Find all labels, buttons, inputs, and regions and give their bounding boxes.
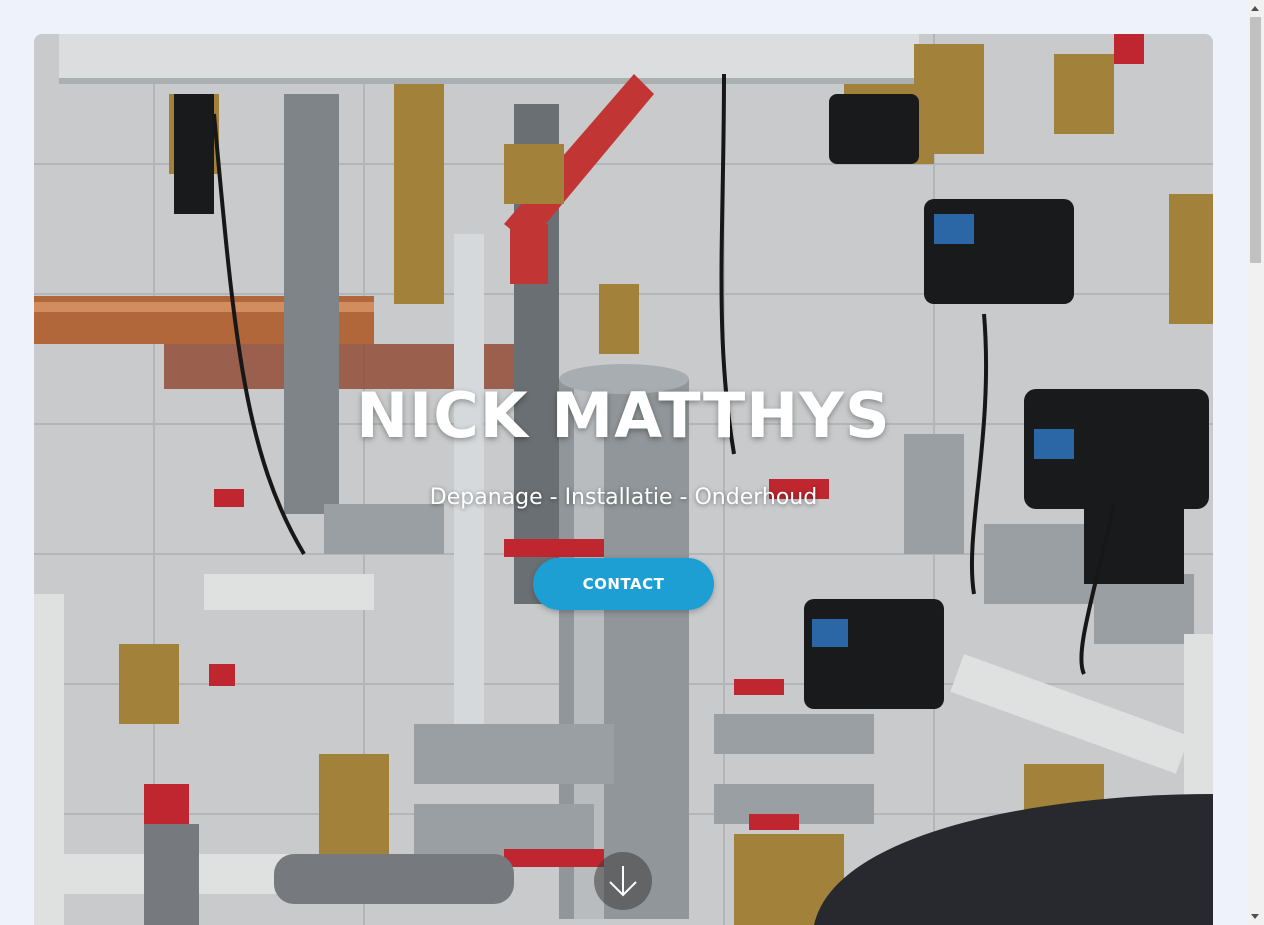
scroll-down-button[interactable] — [594, 852, 652, 910]
page-scrollbar[interactable] — [1247, 0, 1264, 925]
hero-title: NICK MATTHYS — [356, 379, 891, 452]
contact-button[interactable]: CONTACT — [533, 558, 714, 610]
hero-section: NICK MATTHYS Depanage - Installatie - On… — [34, 34, 1213, 925]
scroll-up-arrow-icon[interactable] — [1251, 6, 1259, 11]
hero-subtitle: Depanage - Installatie - Onderhoud — [429, 485, 818, 510]
scroll-down-arrow-icon[interactable] — [1251, 914, 1259, 919]
page: NICK MATTHYS Depanage - Installatie - On… — [0, 0, 1264, 925]
arrow-down-icon — [609, 866, 637, 897]
scrollbar-thumb[interactable] — [1250, 17, 1261, 263]
hero-overlay — [34, 34, 1213, 925]
